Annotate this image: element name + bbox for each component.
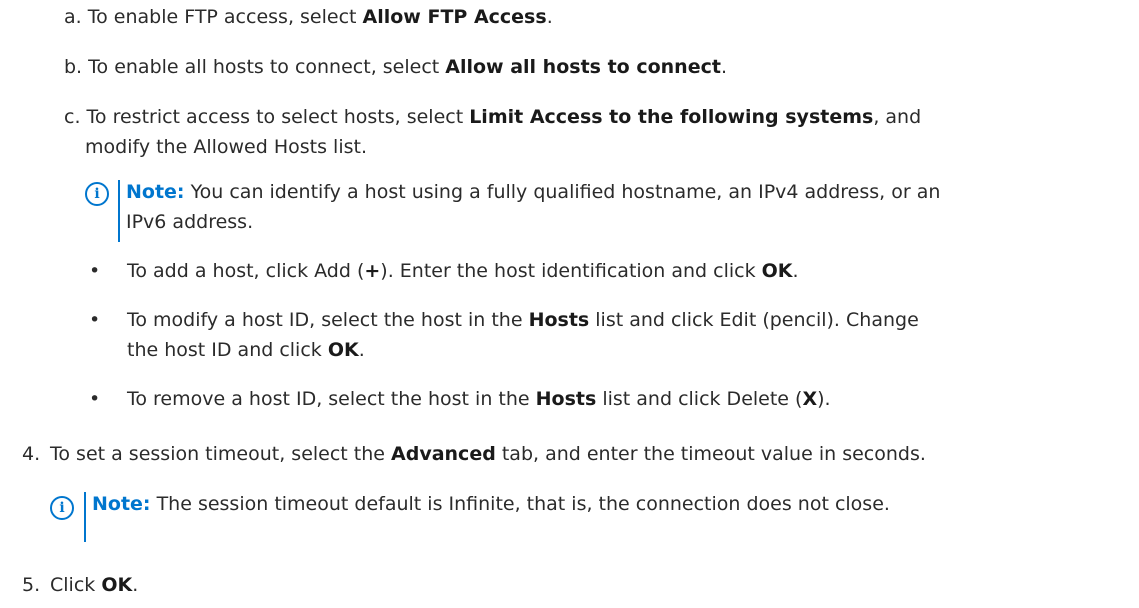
bullet-modify-host-continuation: the host ID and click OK.	[127, 335, 365, 365]
bullet-text: To modify a host ID, select the host in …	[127, 309, 529, 331]
step-text: tab, and enter the timeout value in seco…	[495, 443, 926, 465]
note-divider	[84, 492, 86, 542]
note-divider	[118, 180, 120, 242]
punctuation: .	[720, 56, 727, 78]
substep-c-continuation: modify the Allowed Hosts list.	[85, 136, 367, 158]
bullet-text: To add a host, click Add (	[127, 260, 365, 282]
bullet-remove-host: To remove a host ID, select the host in …	[127, 384, 831, 414]
bullet-glyph: •	[89, 388, 101, 410]
step-text: Click	[50, 574, 102, 596]
bullet-text: ). Enter the host identification and cli…	[380, 260, 762, 282]
substep-a: a. To enable FTP access, select Allow FT…	[64, 2, 553, 32]
ui-term: Hosts	[528, 309, 590, 331]
ui-term: Allow all hosts to connect	[445, 56, 721, 78]
info-icon: i	[85, 182, 109, 206]
ui-term: Hosts	[535, 388, 597, 410]
ui-term: OK	[101, 574, 133, 596]
punctuation: .	[358, 339, 365, 361]
step-4-text: To set a session timeout, select the Adv…	[50, 439, 926, 469]
ui-term: Limit Access to the following systems	[469, 106, 874, 128]
ui-term: X	[802, 388, 818, 410]
ui-term: Allow FTP Access	[362, 6, 547, 28]
note-line-2: IPv6 address.	[126, 211, 254, 233]
note-text: The session timeout default is Infinite,…	[150, 493, 890, 515]
punctuation: , and	[873, 106, 922, 128]
bullet-glyph: •	[89, 260, 101, 282]
bullet-text: the host ID and click	[127, 339, 328, 361]
punctuation: .	[546, 6, 553, 28]
ui-term: OK	[761, 260, 793, 282]
ui-term: Advanced	[391, 443, 496, 465]
punctuation: .	[792, 260, 799, 282]
ui-term: OK	[327, 339, 359, 361]
substep-marker: b.	[64, 56, 83, 78]
step-number: 5.	[22, 574, 41, 596]
bullet-add-host: To add a host, click Add (+). Enter the …	[127, 256, 799, 286]
step-text: To set a session timeout, select the	[50, 443, 392, 465]
note-line-1: Note: You can identify a host using a fu…	[126, 177, 940, 207]
substep-c: c. To restrict access to select hosts, s…	[64, 102, 921, 132]
document-body: a. To enable FTP access, select Allow FT…	[0, 0, 1139, 608]
punctuation: .	[132, 574, 139, 596]
substep-text: To restrict access to select hosts, sele…	[86, 106, 470, 128]
note-label: Note:	[126, 181, 185, 203]
bullet-text: To remove a host ID, select the host in …	[127, 388, 536, 410]
substep-text: To enable FTP access, select	[87, 6, 363, 28]
bullet-text: list and click Delete (	[596, 388, 803, 410]
ui-term: +	[364, 260, 381, 282]
note-text: You can identify a host using a fully qu…	[184, 181, 941, 203]
substep-text: To enable all hosts to connect, select	[88, 56, 446, 78]
punctuation: ).	[817, 388, 831, 410]
substep-marker: c.	[64, 106, 81, 128]
bullet-modify-host: To modify a host ID, select the host in …	[127, 305, 919, 335]
info-icon: i	[50, 496, 74, 520]
substep-marker: a.	[64, 6, 82, 28]
step-5-text: Click OK.	[50, 570, 138, 600]
note-label: Note:	[92, 493, 151, 515]
note-2-text: Note: The session timeout default is Inf…	[92, 489, 890, 519]
bullet-text: list and click Edit (pencil). Change	[589, 309, 919, 331]
step-number: 4.	[22, 443, 41, 465]
substep-b: b. To enable all hosts to connect, selec…	[64, 52, 727, 82]
bullet-glyph: •	[89, 309, 101, 331]
